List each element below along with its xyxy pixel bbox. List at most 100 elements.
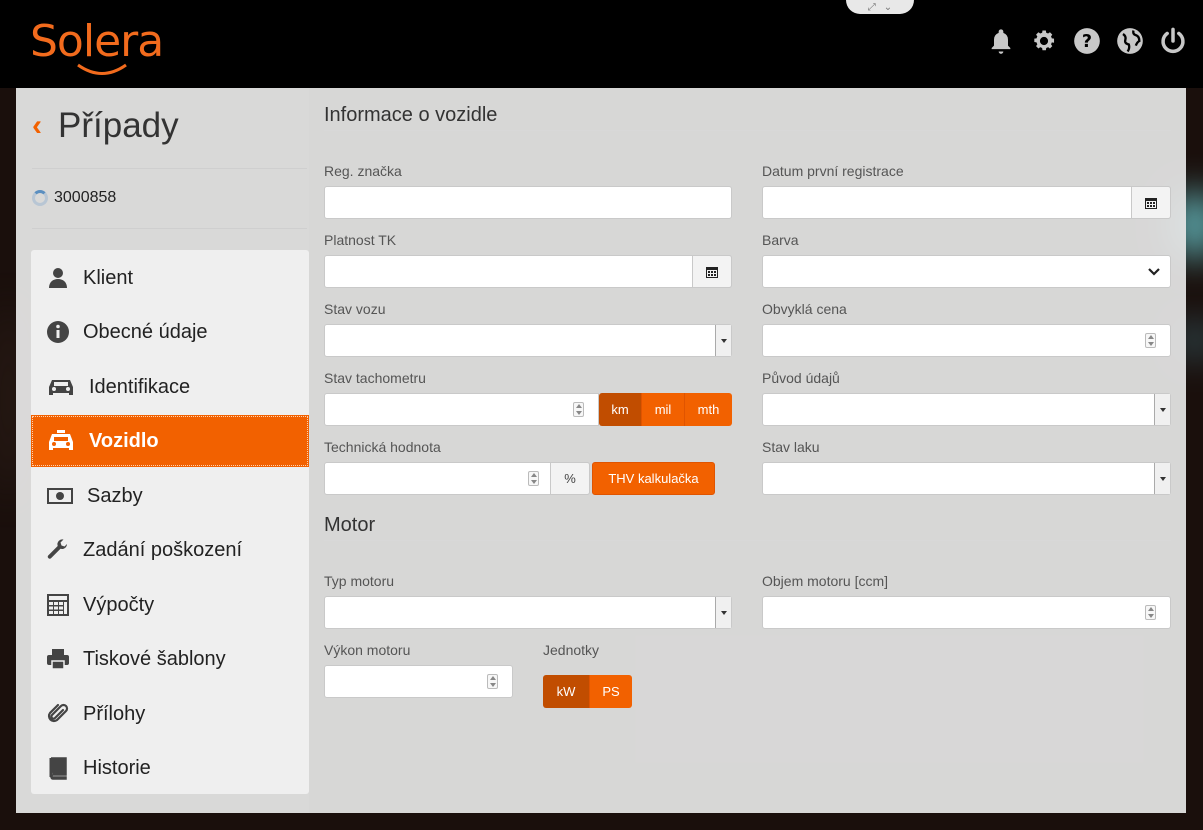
paperclip-icon — [45, 701, 71, 727]
spinner-control[interactable] — [528, 471, 539, 486]
sidebar-item-label: Přílohy — [83, 702, 146, 725]
power-unit-group: kW PS — [543, 675, 632, 708]
sidebar-item-vozidlo[interactable]: Vozidlo — [31, 415, 309, 467]
data-origin-select[interactable] — [762, 393, 1171, 426]
select-arrow-icon — [715, 325, 731, 356]
select-arrow-icon — [1154, 463, 1170, 494]
spinner-control[interactable] — [1145, 333, 1156, 348]
percent-addon: % — [550, 462, 590, 495]
sidebar-item-zadani-poskozeni[interactable]: Zadání poškození — [31, 524, 309, 576]
odometer-unit-group: km mil mth — [599, 393, 732, 426]
sidebar-item-label: Výpočty — [83, 593, 155, 616]
help-icon[interactable]: ? — [1072, 25, 1101, 57]
odometer-input[interactable] — [324, 393, 599, 426]
odometer-label: Stav tachometru — [324, 370, 426, 386]
fullscreen-toggle[interactable]: ⤢ ⌄ — [846, 0, 914, 14]
spinner-control[interactable] — [573, 402, 584, 417]
color-label: Barva — [762, 232, 799, 248]
page-title: Případy — [58, 106, 179, 145]
reg-field[interactable] — [324, 186, 732, 219]
unit-ps-button[interactable]: PS — [589, 675, 632, 708]
money-icon — [45, 483, 75, 509]
bell-icon[interactable] — [986, 25, 1015, 57]
section-title-engine: Motor — [324, 514, 376, 536]
chevron-left-icon: ‹ — [32, 109, 42, 142]
sidebar-item-sazby[interactable]: Sazby — [31, 470, 309, 522]
engine-type-select[interactable] — [324, 596, 732, 629]
engine-volume-input[interactable] — [762, 596, 1171, 629]
sidebar-item-vypocty[interactable]: Výpočty — [31, 579, 309, 631]
unit-km-button[interactable]: km — [599, 393, 641, 426]
calendar-icon — [1145, 197, 1157, 209]
sidebar-item-klient[interactable]: Klient — [31, 252, 309, 304]
tk-label: Platnost TK — [324, 232, 397, 248]
sidebar-nav: Klient Obecné údaje Identifikace Vozidlo… — [31, 250, 309, 794]
calendar-button[interactable] — [1131, 186, 1171, 219]
usual-price-input[interactable] — [762, 324, 1171, 357]
solera-logo: Solera — [30, 10, 175, 80]
svg-text:?: ? — [1081, 32, 1091, 52]
tech-value-label: Technická hodnota — [324, 439, 441, 455]
divider — [32, 228, 307, 229]
sidebar-item-label: Sazby — [87, 484, 143, 507]
printer-icon — [45, 646, 71, 672]
vehicle-panel: Informace o vozidle Reg. značka Datum pr… — [309, 88, 1186, 813]
engine-volume-label: Objem motoru [ccm] — [762, 573, 889, 589]
condition-label: Stav vozu — [324, 301, 386, 317]
unit-mth-button[interactable]: mth — [684, 393, 732, 426]
condition-select[interactable] — [324, 324, 732, 357]
thv-calculator-button[interactable]: THV kalkulačka — [592, 462, 715, 495]
sidebar-item-tiskove-sablony[interactable]: Tiskové šablony — [31, 633, 309, 685]
unit-mil-button[interactable]: mil — [641, 393, 684, 426]
paint-label: Stav laku — [762, 439, 820, 455]
top-bar: Solera ⤢ ⌄ ? — [0, 0, 1203, 88]
power-icon[interactable] — [1158, 25, 1187, 57]
section-title-vehicle: Informace o vozidle — [324, 104, 498, 126]
sidebar-item-identifikace[interactable]: Identifikace — [31, 361, 309, 413]
reg-label: Reg. značka — [324, 163, 402, 179]
sidebar-item-historie[interactable]: Historie — [31, 742, 309, 794]
info-icon — [45, 319, 71, 345]
select-arrow-icon — [1154, 394, 1170, 425]
color-select[interactable] — [762, 255, 1171, 288]
tech-value-input[interactable]: % — [324, 462, 590, 495]
car-icon — [45, 374, 77, 400]
divider — [324, 130, 1171, 131]
globe-icon[interactable] — [1115, 25, 1144, 57]
expand-icon: ⤢ — [867, 1, 876, 13]
engine-type-label: Typ motoru — [324, 573, 395, 589]
first-registration-label: Datum první registrace — [762, 163, 904, 179]
spinner-control[interactable] — [487, 674, 498, 689]
case-number: 3000858 — [32, 189, 116, 207]
calculator-icon — [45, 592, 71, 618]
data-origin-label: Původ údajů — [762, 370, 840, 386]
sidebar-item-label: Zadání poškození — [83, 538, 242, 561]
calendar-button[interactable] — [692, 255, 732, 288]
spinner-control[interactable] — [1145, 605, 1156, 620]
taxi-icon — [45, 428, 77, 454]
cases-back-link[interactable]: ‹ Případy — [32, 106, 179, 146]
first-registration-field[interactable] — [762, 186, 1171, 219]
tk-field[interactable] — [324, 255, 732, 288]
engine-power-input[interactable] — [324, 665, 513, 698]
paint-select[interactable] — [762, 462, 1171, 495]
sidebar-item-label: Identifikace — [89, 375, 191, 398]
loading-spinner-icon — [32, 190, 48, 206]
user-icon — [45, 265, 71, 291]
sidebar: ‹ Případy 3000858 Klient Obecné údaje Id… — [16, 88, 309, 813]
chevron-down-icon: ⌄ — [883, 1, 893, 13]
units-label: Jednotky — [543, 642, 600, 658]
divider — [32, 168, 307, 169]
usual-price-label: Obvyklá cena — [762, 301, 847, 317]
select-arrow-icon — [715, 597, 731, 628]
engine-power-label: Výkon motoru — [324, 642, 411, 658]
calendar-icon — [706, 266, 718, 278]
sidebar-item-obecne-udaje[interactable]: Obecné údaje — [31, 306, 309, 358]
sidebar-item-prilohy[interactable]: Přílohy — [31, 688, 309, 740]
unit-kw-button[interactable]: kW — [543, 675, 589, 708]
case-number-text: 3000858 — [54, 189, 117, 206]
sidebar-item-label: Vozidlo — [89, 429, 159, 452]
sidebar-item-label: Tiskové šablony — [83, 647, 226, 670]
svg-text:Solera: Solera — [30, 16, 163, 67]
gear-icon[interactable] — [1029, 25, 1058, 57]
